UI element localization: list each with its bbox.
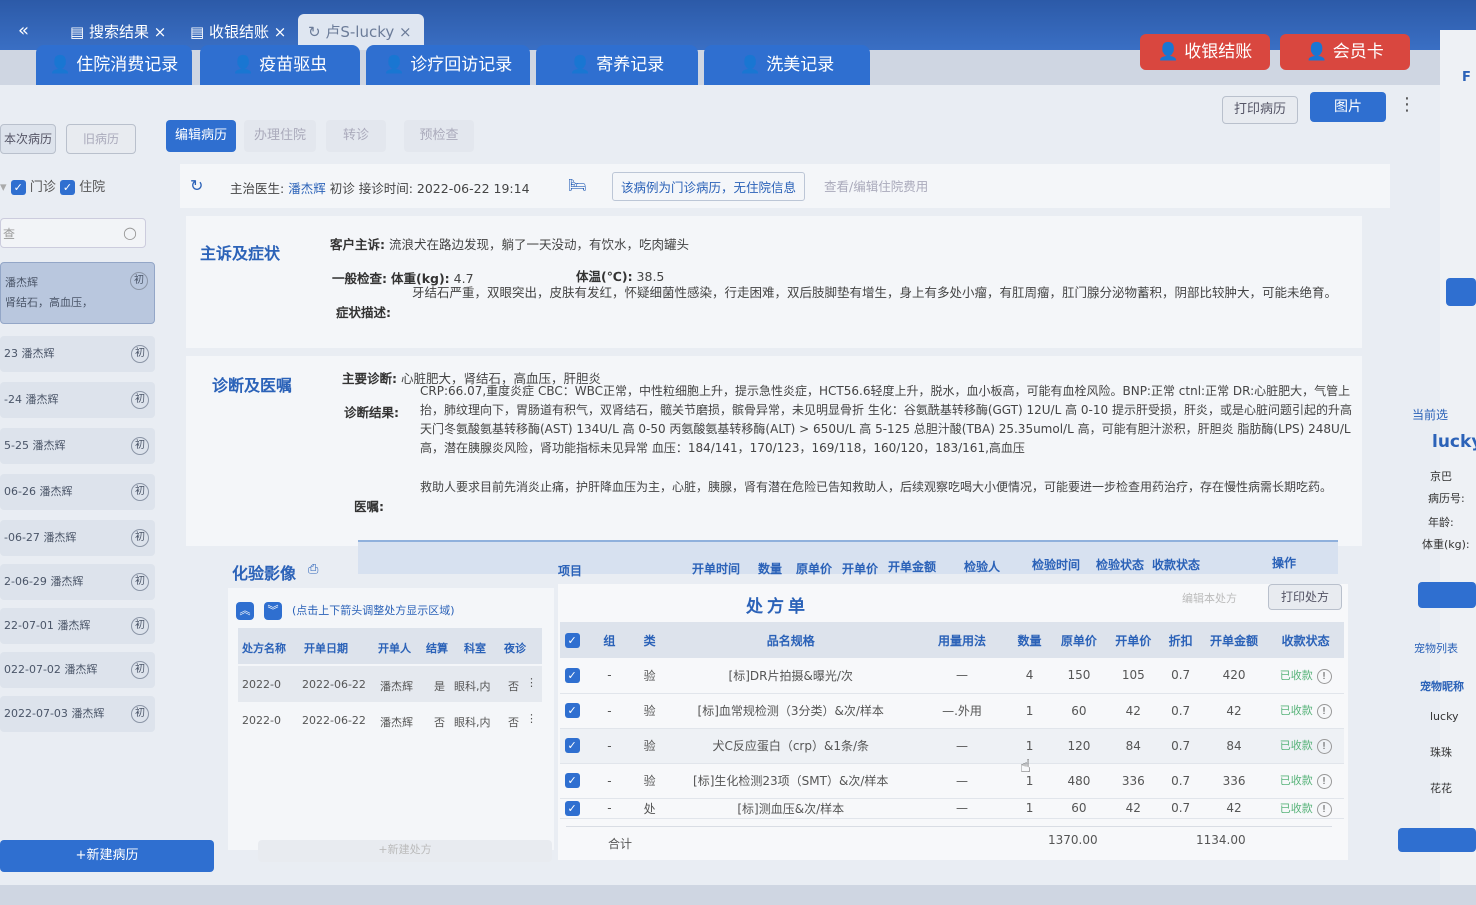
bed-icon: 🛏 xyxy=(568,176,588,194)
table-row[interactable]: ✓ -验 [标]DR片拍摄&曝光/次 — 4 150 105 0.7 420 已收款 … xyxy=(560,658,1344,694)
row-checkbox[interactable]: ✓ xyxy=(564,800,580,816)
tab-inpatient-costs[interactable]: 👤 住院消费记录 xyxy=(36,45,192,85)
new-prescription-button[interactable]: +新建处方 xyxy=(258,840,552,862)
close-icon[interactable]: × xyxy=(154,23,167,41)
symptom-text: 牙结石严重，双眼突出，皮肤有发红，怀疑细菌性感染，行走困难，双后肢脚垫有增生，身… xyxy=(412,285,1338,300)
list-item[interactable]: 2022-07-03 潘杰辉初 xyxy=(0,696,155,732)
list-item[interactable]: -06-27 潘杰辉初 xyxy=(0,520,155,556)
user-icon: 👤 xyxy=(1157,42,1179,62)
print-record-button[interactable]: 打印病历 xyxy=(1222,96,1298,124)
tab-grooming[interactable]: 👤 洗美记录 xyxy=(704,45,870,85)
row-checkbox[interactable]: ✓ xyxy=(564,703,580,718)
list-item[interactable]: 23 潘杰辉初 xyxy=(0,336,155,372)
row-checkbox[interactable]: ✓ xyxy=(564,738,580,753)
more-icon[interactable]: ⋮ xyxy=(1398,94,1416,115)
side-action-button[interactable] xyxy=(1418,582,1476,608)
right-panel: F 当前选 lucky 京巴 病历号: 年龄: 体重(kg): 宠物列表 宠物昵… xyxy=(1412,30,1476,885)
table-row[interactable]: ✓ -验 [标]生化检测23项（SMT）&次/样本 — 1 480 336 0.7 3… xyxy=(560,763,1344,799)
refresh-icon[interactable]: ↻ xyxy=(190,176,203,195)
view-costs-button[interactable]: 查看/编辑住院费用 xyxy=(816,172,936,199)
row-checkbox[interactable]: ✓ xyxy=(564,667,580,683)
diagnosis-result-text: CRP:66.07,重度炎症 CBC：WBC正常，中性粒细胞上升，提示急性炎症，… xyxy=(420,384,1352,455)
table-row[interactable]: 2022-0 2022-06-22 潘杰辉 否 眼科,内 否 ⋮ xyxy=(238,702,542,738)
section-complaint: 主诉及症状 xyxy=(200,244,281,263)
chevron-up-icon[interactable]: ︽ xyxy=(236,602,254,620)
member-card-button[interactable]: 👤 会员卡 xyxy=(1280,34,1410,70)
info-icon[interactable]: ! xyxy=(1316,668,1332,684)
refresh-icon: ↻ xyxy=(308,23,321,41)
info-icon[interactable]: ! xyxy=(1316,774,1332,789)
lab-header: 项目 开单时间 数量 原单价 开单价 开单金额 检验人 检验时间 检验状态 收款… xyxy=(358,540,1338,578)
pet-list-item[interactable]: 花花 xyxy=(1430,780,1452,796)
close-icon[interactable]: × xyxy=(399,23,412,41)
new-record-button[interactable]: +新建病历 xyxy=(0,840,214,872)
table-row[interactable]: ✓ -验 犬C反应蛋白（crp）&1条/条 — 1 120 84 0.7 84 已收款… xyxy=(560,728,1344,764)
list-item[interactable]: 22-07-01 潘杰辉初 xyxy=(0,608,155,644)
visit-info-bar: ↻ 主治医生: 潘杰辉 初诊 接诊时间: 2022-06-22 19:14 🛏 … xyxy=(180,164,1390,208)
edit-record-button[interactable]: 编辑病历 xyxy=(166,120,236,152)
prescription-table: ✓ 组 类 品名规格 用量用法 数量 原单价 开单价 折扣 开单金额 收款状态 … xyxy=(560,622,1344,819)
side-action-button[interactable] xyxy=(1446,278,1476,306)
side-action-button[interactable] xyxy=(1398,828,1476,852)
close-icon[interactable]: × xyxy=(274,23,287,41)
advice-text: 救助人要求目前先消炎止痛，护肝降血压为主，心脏，胰腺，肾有潜在危险已告知救助人，… xyxy=(420,480,1333,494)
list-item[interactable]: 5-25 潘杰辉初 xyxy=(0,428,155,464)
row-checkbox[interactable]: ✓ xyxy=(564,773,580,788)
images-button[interactable]: 图片 xyxy=(1310,92,1386,122)
info-icon[interactable]: ! xyxy=(1316,704,1332,719)
record-list: 潘杰辉 肾结石，高血压， 初 23 潘杰辉初 -24 潘杰辉初 5-25 潘杰辉… xyxy=(0,100,165,880)
table-row[interactable]: 2022-0 2022-06-22 潘杰辉 是 眼科,内 否 ⋮ xyxy=(238,666,542,702)
total-row: 合计 1370.00 1134.00 xyxy=(566,826,1332,856)
list-item[interactable]: 022-07-02 潘杰辉初 xyxy=(0,652,155,688)
rx-list-header: 处方名称 开单日期 开单人 结算 科室 夜诊 xyxy=(238,628,542,664)
edit-prescription-button[interactable]: 编辑本处方 xyxy=(1182,590,1237,606)
list-item[interactable]: -24 潘杰辉初 xyxy=(0,382,155,418)
prescription-title: 处方单 xyxy=(746,597,809,617)
tab-boarding[interactable]: 👤 寄养记录 xyxy=(536,45,698,85)
pet-list-item[interactable]: 珠珠 xyxy=(1430,744,1452,760)
document-icon: ▤ xyxy=(190,23,205,41)
tab-followup[interactable]: 👤 诊疗回访记录 xyxy=(366,45,530,85)
list-item[interactable]: 06-26 潘杰辉初 xyxy=(0,474,155,510)
list-item[interactable]: 潘杰辉 肾结石，高血压， 初 xyxy=(0,262,155,324)
print-icon[interactable]: ⎙ xyxy=(308,562,318,577)
referral-button[interactable]: 转诊 xyxy=(326,120,386,152)
table-row[interactable]: ✓ -处 [标]测血压&次/样本 — 1 60 42 0.7 42 已收款 ! xyxy=(560,798,1344,819)
collapse-icon[interactable]: « xyxy=(18,20,29,41)
pointer-cursor-icon: ☝ xyxy=(1020,756,1031,777)
precheck-button[interactable]: 预检查 xyxy=(404,120,474,152)
info-icon[interactable]: ! xyxy=(1316,739,1332,754)
pet-list-item[interactable]: lucky xyxy=(1430,710,1459,723)
admit-button[interactable]: 办理住院 xyxy=(244,120,316,152)
chevron-down-icon[interactable]: ︾ xyxy=(264,602,282,620)
section-lab: 化验影像 xyxy=(232,564,297,583)
select-all-checkbox[interactable]: ✓ xyxy=(564,632,580,648)
cashier-button[interactable]: 👤 收银结账 xyxy=(1140,34,1270,70)
print-prescription-button[interactable]: 打印处方 xyxy=(1268,584,1342,610)
table-row[interactable]: ✓ -验 [标]血常规检测（3分类）&次/样本 —.外用 1 60 42 0.7 42… xyxy=(560,693,1344,729)
document-icon: ▤ xyxy=(70,23,85,41)
list-item[interactable]: 2-06-29 潘杰辉初 xyxy=(0,564,155,600)
tab-vaccine[interactable]: 👤 疫苗驱虫 xyxy=(200,45,360,85)
user-icon: 👤 xyxy=(1306,42,1328,62)
info-icon[interactable]: ! xyxy=(1316,801,1332,817)
section-diagnosis: 诊断及医嘱 xyxy=(212,376,293,395)
inpatient-note: 该病例为门诊病历，无住院信息 xyxy=(612,172,806,201)
